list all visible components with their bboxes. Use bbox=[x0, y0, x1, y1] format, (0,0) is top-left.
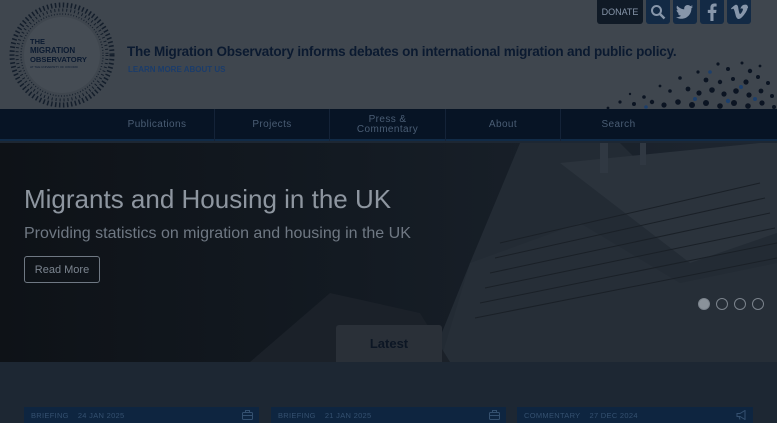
nav-item-press-commentary[interactable]: Press & Commentary bbox=[330, 109, 446, 141]
hero-carousel: Migrants and Housing in the UK Providing… bbox=[0, 143, 777, 362]
card-header-2[interactable]: BRIEFING 21 JAN 2025 bbox=[271, 407, 506, 423]
search-icon bbox=[651, 5, 666, 20]
nav-item-publications[interactable]: Publications bbox=[100, 109, 215, 141]
hero-subtitle: Providing statistics on migration and ho… bbox=[24, 225, 411, 242]
carousel-dot-2[interactable] bbox=[716, 298, 728, 310]
card-type: COMMENTARY bbox=[524, 410, 581, 420]
nav-item-about[interactable]: About bbox=[446, 109, 561, 141]
card-type: BRIEFING bbox=[31, 410, 69, 420]
main-nav: Publications Projects Press & Commentary… bbox=[0, 109, 777, 141]
site-header: THE MIGRATION OBSERVATORY AT THE UNIVERS… bbox=[0, 0, 777, 110]
card-type: BRIEFING bbox=[278, 410, 316, 420]
briefcase-icon bbox=[242, 410, 253, 420]
hero-title: Migrants and Housing in the UK bbox=[24, 184, 392, 214]
twitter-button[interactable] bbox=[673, 0, 697, 24]
twitter-icon bbox=[676, 5, 693, 19]
carousel-dot-3[interactable] bbox=[734, 298, 746, 310]
donate-button[interactable]: DONATE bbox=[597, 0, 643, 24]
vimeo-button[interactable] bbox=[727, 0, 751, 24]
logo-line-3: OBSERVATORY bbox=[30, 55, 87, 64]
decorative-dots bbox=[606, 61, 776, 110]
logo-line-4: AT THE UNIVERSITY OF OXFORD bbox=[30, 65, 79, 69]
megaphone-icon bbox=[736, 410, 746, 420]
vimeo-icon bbox=[731, 4, 748, 19]
card-date: 21 JAN 2025 bbox=[324, 410, 372, 420]
read-more-button[interactable]: Read More bbox=[24, 256, 100, 283]
site-tagline: The Migration Observatory informs debate… bbox=[127, 44, 677, 59]
card-date: 24 JAN 2025 bbox=[77, 410, 125, 420]
logo-line-1: THE bbox=[30, 37, 45, 46]
migration-observatory-logo[interactable]: THE MIGRATION OBSERVATORY AT THE UNIVERS… bbox=[6, 2, 118, 108]
carousel-dot-1[interactable] bbox=[698, 298, 710, 310]
tab-latest[interactable]: Latest bbox=[336, 325, 442, 362]
facebook-button[interactable] bbox=[700, 0, 724, 24]
facebook-icon bbox=[707, 3, 717, 21]
nav-item-projects[interactable]: Projects bbox=[215, 109, 330, 141]
card-date: 27 DEC 2024 bbox=[589, 410, 638, 420]
nav-item-search[interactable]: Search bbox=[561, 109, 676, 141]
card-header-3[interactable]: COMMENTARY 27 DEC 2024 bbox=[517, 407, 753, 423]
search-button[interactable] bbox=[646, 0, 670, 24]
carousel-dot-4[interactable] bbox=[752, 298, 764, 310]
logo-line-2: MIGRATION bbox=[30, 46, 75, 55]
briefcase-icon bbox=[489, 410, 500, 420]
learn-more-link[interactable]: LEARN MORE ABOUT US bbox=[128, 65, 225, 74]
card-header-1[interactable]: BRIEFING 24 JAN 2025 bbox=[24, 407, 259, 423]
